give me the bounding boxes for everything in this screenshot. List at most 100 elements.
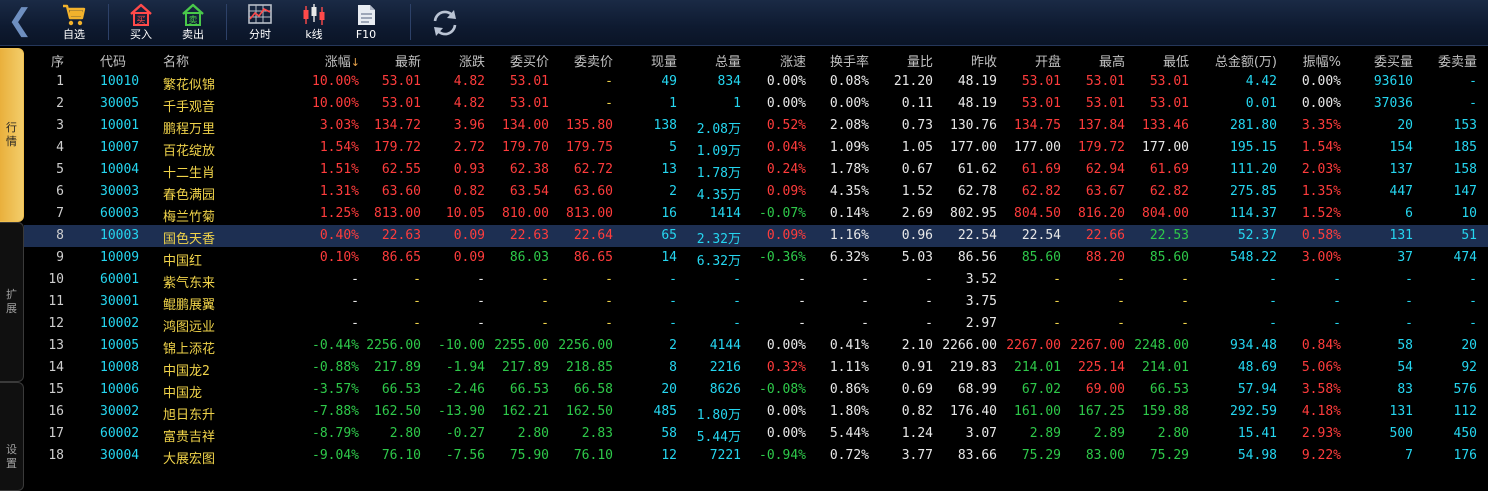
cell-change-pct: 1.51% [319, 162, 359, 177]
table-row[interactable]: 3 10001 鹏程万里 3.03% 134.72 3.96 134.00 135.80 138… [24, 115, 1488, 137]
table-row[interactable]: 6 30003 春色满园 1.31% 63.60 0.82 63.54 63.60 2 4.35万… [24, 181, 1488, 203]
column-header-amount[interactable]: 总金额(万) [1215, 51, 1277, 70]
cell-low: 159.88 [1142, 404, 1189, 419]
table-row[interactable]: 7 60003 梅兰竹菊 1.25% 813.00 10.05 810.00 813.00 16… [24, 203, 1488, 225]
table-row[interactable]: 12 10002 鸿图远业 - - - - - - - - - - 2.97 - - - - - - - [24, 313, 1488, 335]
cell-total-vol: 1414 [709, 206, 741, 221]
column-header-ask-vol[interactable]: 委卖量 [1438, 51, 1477, 70]
column-header-turnover[interactable]: 换手率 [830, 51, 869, 70]
column-header-index[interactable]: 序 [51, 51, 64, 70]
cell-change: - [477, 294, 485, 309]
table-row[interactable]: 14 10008 中国龙2 -0.88% 217.89 -1.94 217.89 218.85… [24, 357, 1488, 379]
column-header-open[interactable]: 开盘 [1035, 51, 1061, 70]
column-header-bid[interactable]: 委买价 [510, 51, 549, 70]
tab-extension[interactable]: 扩展 [0, 222, 24, 382]
cell-index: 4 [56, 140, 64, 155]
cell-cur-vol: 12 [661, 448, 677, 463]
cell-speed: 0.52% [766, 118, 806, 133]
cell-ask: 2.83 [581, 426, 613, 441]
cell-prev-close: 2.97 [965, 316, 997, 331]
cell-cur-vol: 1 [669, 96, 677, 111]
f10-button[interactable]: F10 [340, 0, 392, 46]
cell-index: 18 [48, 448, 64, 463]
cell-amplitude: 0.58% [1301, 228, 1341, 243]
table-row[interactable]: 11 30001 鲲鹏展翼 - - - - - - - - - - 3.75 - - - - - - - [24, 291, 1488, 313]
cell-total-vol: 2.32万 [696, 232, 741, 247]
cell-total-vol: 4.35万 [696, 188, 741, 203]
cell-turnover: 0.00% [829, 96, 869, 111]
column-header-amplitude[interactable]: 振幅% [1303, 51, 1341, 70]
cell-change: 0.93 [453, 162, 485, 177]
column-header-last[interactable]: 最新 [395, 51, 421, 70]
column-header-change[interactable]: 涨跌 [459, 51, 485, 70]
cell-last: 53.01 [381, 96, 421, 111]
column-header-name[interactable]: 名称 [163, 51, 189, 70]
cell-amount: 195.15 [1230, 140, 1277, 155]
table-row[interactable]: 4 10007 百花绽放 1.54% 179.72 2.72 179.70 179.75 5 1.… [24, 137, 1488, 159]
column-header-high[interactable]: 最高 [1099, 51, 1125, 70]
refresh-button[interactable] [428, 7, 462, 39]
column-header-vol-ratio[interactable]: 量比 [907, 51, 933, 70]
cell-change-pct: 1.31% [319, 184, 359, 199]
cell-high: 167.25 [1078, 404, 1125, 419]
cell-amount: 48.69 [1237, 360, 1277, 375]
column-header-cur-vol[interactable]: 现量 [651, 51, 677, 70]
cell-ask: - [605, 272, 613, 287]
cell-turnover: - [861, 272, 869, 287]
timeshare-button[interactable]: 分时 [234, 0, 286, 46]
column-header-low[interactable]: 最低 [1163, 51, 1189, 70]
tab-market[interactable]: 行情 [0, 48, 24, 222]
table-row[interactable]: 17 60002 富贵吉祥 -8.79% 2.80 -0.27 2.80 2.83 58 5.44… [24, 423, 1488, 445]
cell-prev-close: 3.52 [965, 272, 997, 287]
table-row[interactable]: 1 10010 繁花似锦 10.00% 53.01 4.82 53.01 - 49 834 0.00… [24, 71, 1488, 93]
cell-ask: - [605, 74, 613, 89]
toolbar-divider [410, 4, 411, 40]
timeshare-label: 分时 [249, 28, 271, 41]
cell-prev-close: 3.07 [965, 426, 997, 441]
cell-speed: 0.32% [766, 360, 806, 375]
cell-name: 梅兰竹菊 [163, 210, 216, 225]
column-header-code[interactable]: 代码 [100, 51, 126, 70]
table-row[interactable]: 2 30005 千手观音 10.00% 53.01 4.82 53.01-1 1 0.00% 0.… [24, 93, 1488, 115]
cell-bid: 179.70 [502, 140, 549, 155]
table-row[interactable]: 18 30004 大展宏图 -9.04% 76.10 -7.56 75.90 76.10 12 7… [24, 445, 1488, 467]
table-row[interactable]: 10 60001 紫气东来 - - - - - - - - - - 3.52 - - - - - - - [24, 269, 1488, 291]
cell-change: -1.94 [445, 360, 485, 375]
table-row[interactable]: 15 10006 中国龙 -3.57% 66.53 -2.46 66.53 66.58 20 86… [24, 379, 1488, 401]
f10-label: F10 [355, 28, 377, 41]
table-row[interactable]: 8 10003 国色天香 0.40% 22.63 0.09 22.63 22.64 65 2.32… [24, 225, 1488, 247]
cell-vol-ratio: 5.03 [901, 250, 933, 265]
cell-vol-ratio: - [925, 294, 933, 309]
cell-ask-vol: - [1469, 96, 1477, 111]
cell-amount: 57.94 [1237, 382, 1277, 397]
table-row[interactable]: 13 10005 锦上添花 -0.44% 2256.00 -10.00 2255.00 225… [24, 335, 1488, 357]
cell-bid-vol: 131 [1389, 404, 1413, 419]
table-row[interactable]: 5 10004 十二生肖 1.51% 62.55 0.93 62.38 62.72 13 1.78… [24, 159, 1488, 181]
table-row[interactable]: 9 10009 中国红 0.10% 86.65 0.09 86.03 86.65 14 6.32万… [24, 247, 1488, 269]
watchlist-button[interactable]: 自选 [48, 0, 100, 46]
cell-bid-vol: 137 [1389, 162, 1413, 177]
tab-settings[interactable]: 设置 [0, 382, 24, 491]
column-header-ask[interactable]: 委卖价 [574, 51, 613, 70]
table-row[interactable]: 16 30002 旭日东升 -7.88% 162.50 -13.90 162.21 162.5… [24, 401, 1488, 423]
column-header-speed[interactable]: 涨速 [780, 51, 806, 70]
cell-turnover: 0.41% [829, 338, 869, 353]
cell-total-vol: - [733, 272, 741, 287]
cell-vol-ratio: 2.10 [901, 338, 933, 353]
column-header-change-pct[interactable]: 涨幅↓ [325, 51, 360, 70]
column-header-bid-vol[interactable]: 委买量 [1374, 51, 1413, 70]
cell-low: 53.01 [1149, 96, 1189, 111]
cell-change: - [477, 316, 485, 331]
column-header-total-vol[interactable]: 总量 [715, 51, 741, 70]
column-header-prev-close[interactable]: 昨收 [971, 51, 997, 70]
cell-low: 85.60 [1149, 250, 1189, 265]
cell-index: 2 [56, 96, 64, 111]
buy-button[interactable]: 买 买入 [115, 0, 167, 46]
cell-prev-close: 219.83 [950, 360, 997, 375]
cell-turnover: 2.08% [829, 118, 869, 133]
sell-button[interactable]: 卖 卖出 [167, 0, 219, 46]
cell-index: 14 [48, 360, 64, 375]
kline-button[interactable]: k线 [288, 0, 340, 46]
back-icon[interactable]: ❮ [6, 6, 34, 40]
cell-code: 10003 [100, 228, 140, 243]
